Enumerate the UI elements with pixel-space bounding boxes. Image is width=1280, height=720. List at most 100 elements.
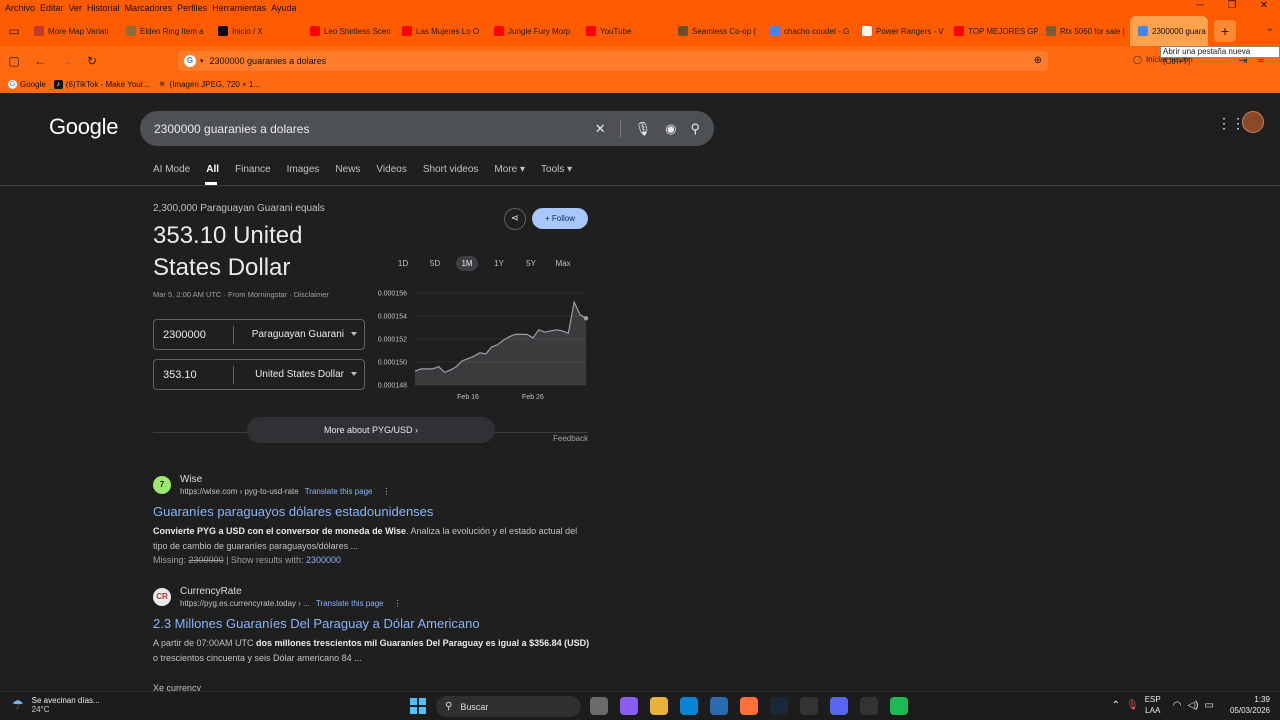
feedback-link[interactable]: Feedback xyxy=(553,434,588,443)
sidebar-icon[interactable]: ▢ xyxy=(2,54,26,68)
reload-icon[interactable]: ↻ xyxy=(80,54,104,68)
follow-button[interactable]: + Follow xyxy=(532,208,588,229)
menu-herramientas[interactable]: Herramientas xyxy=(212,3,266,13)
range-max[interactable]: Max xyxy=(547,256,579,271)
menu-ver[interactable]: Ver xyxy=(69,3,83,13)
taskbar-app-icon[interactable] xyxy=(860,697,878,715)
taskbar-app-icon[interactable] xyxy=(890,697,908,715)
show-results-link[interactable]: 2300000 xyxy=(306,555,341,565)
to-currency-select[interactable]: United States Dollar xyxy=(234,369,364,380)
more-about-button[interactable]: More about PYG/USD › xyxy=(247,417,495,443)
windows-start-icon[interactable] xyxy=(410,698,426,714)
result-title[interactable]: Guaraníes paraguayos dólares estadounide… xyxy=(153,504,593,519)
range-1y[interactable]: 1Y xyxy=(483,256,515,271)
weather-widget[interactable]: ☂ Se avecinan días... 24°C xyxy=(12,696,100,714)
browser-tab[interactable]: TOP MEJORES GP xyxy=(946,16,1038,46)
close-window-icon[interactable]: ✕ xyxy=(1248,0,1280,11)
tab-overflow-chevron-icon[interactable]: ⌄ xyxy=(1266,23,1274,34)
tab-short-videos[interactable]: Short videos xyxy=(423,164,479,175)
wifi-icon[interactable]: ◠ xyxy=(1173,700,1182,711)
taskbar-app-icon[interactable] xyxy=(650,697,668,715)
browser-tab[interactable]: Elden Ring Item a xyxy=(118,16,210,46)
search-input[interactable]: 2300000 guaranies a dolares xyxy=(154,122,595,136)
google-logo[interactable]: Google xyxy=(49,114,118,140)
address-text[interactable]: 2300000 guaranies a dolares xyxy=(210,56,327,66)
lens-camera-icon[interactable]: ◉ xyxy=(665,121,676,137)
menu-editar[interactable]: Editar xyxy=(40,3,64,13)
browser-tab[interactable]: chacho coudet - G xyxy=(762,16,854,46)
more-options-icon[interactable]: ⋮ xyxy=(382,487,390,496)
browser-tab[interactable]: More Map Variati xyxy=(26,16,118,46)
search-icon[interactable]: ⚲ xyxy=(690,121,700,137)
speaker-icon[interactable]: ◁) xyxy=(1187,700,1198,711)
bookmark-image[interactable]: ⊕ (Imagen JPEG, 720 × 1... xyxy=(158,80,260,89)
restore-icon[interactable]: ❐ xyxy=(1216,0,1248,11)
translate-link[interactable]: Translate this page xyxy=(305,487,373,496)
forward-icon[interactable]: → xyxy=(54,54,78,68)
menu-historial[interactable]: Historial xyxy=(87,3,120,13)
browser-tab[interactable]: YouTube xyxy=(578,16,670,46)
taskbar-search[interactable]: ⚲ Buscar xyxy=(436,696,581,717)
browser-tab[interactable]: Rtx 5060 for sale | xyxy=(1038,16,1130,46)
share-button[interactable]: ⋖ xyxy=(504,208,526,230)
bookmark-google[interactable]: G Google xyxy=(8,80,46,89)
to-currency-field[interactable]: 353.10 United States Dollar xyxy=(153,359,365,390)
avatar[interactable] xyxy=(1242,111,1264,133)
exchange-rate-chart[interactable]: 0.000156 0.000154 0.000152 0.000150 0.000148… xyxy=(370,285,590,405)
translate-link[interactable]: Translate this page xyxy=(316,599,384,608)
partial-result-site[interactable]: Xe currency xyxy=(153,683,201,691)
tab-images[interactable]: Images xyxy=(287,164,320,175)
result-source[interactable]: 7 Wise https://wise.com › pyg-to-usd-rat… xyxy=(153,474,593,496)
search-box[interactable]: 2300000 guaranies a dolares ✕ 🎙︎ ◉ ⚲ xyxy=(140,111,714,146)
browser-tab[interactable]: Las Mujeres Lo O xyxy=(394,16,486,46)
taskbar-app-icon[interactable] xyxy=(740,697,758,715)
browser-tab[interactable]: Jungle Fury Morp xyxy=(486,16,578,46)
microphone-muted-icon[interactable]: 🎙︎ xyxy=(1126,700,1139,711)
clock[interactable]: 1:39 05/03/2026 xyxy=(1230,694,1270,716)
tab-finance[interactable]: Finance xyxy=(235,164,271,175)
menu-ayuda[interactable]: Ayuda xyxy=(271,3,296,13)
from-currency-field[interactable]: 2300000 Paraguayan Guarani xyxy=(153,319,365,350)
result-source[interactable]: CR CurrencyRate https://pyg.es.currencyr… xyxy=(153,586,593,608)
taskbar-app-icon[interactable] xyxy=(710,697,728,715)
browser-tab[interactable]: Leo Shirtless Scen xyxy=(302,16,394,46)
battery-icon[interactable]: ▭ xyxy=(1205,700,1214,711)
tab-videos[interactable]: Videos xyxy=(376,164,406,175)
range-5d[interactable]: 5D xyxy=(419,256,451,271)
tab-more[interactable]: More ▾ xyxy=(494,164,525,175)
tab-all[interactable]: All xyxy=(206,164,219,175)
tab-ai-mode[interactable]: AI Mode xyxy=(153,164,190,175)
chevron-down-icon[interactable]: ▾ xyxy=(200,57,204,65)
taskbar-app-icon[interactable] xyxy=(830,697,848,715)
from-amount-input[interactable]: 2300000 xyxy=(154,325,234,344)
taskbar-app-icon[interactable] xyxy=(680,697,698,715)
back-icon[interactable]: ← xyxy=(28,54,52,68)
taskbar-app-icon[interactable] xyxy=(800,697,818,715)
taskbar-app-icon[interactable] xyxy=(770,697,788,715)
taskbar-app-icon[interactable] xyxy=(620,697,638,715)
bookmark-tiktok[interactable]: ♪ (6)TikTok - Make Your... xyxy=(53,80,150,89)
globe-icon[interactable]: ⊕ xyxy=(1034,55,1042,66)
browser-tab[interactable]: Power Rangers - V xyxy=(854,16,946,46)
clear-icon[interactable]: ✕ xyxy=(595,121,606,137)
browser-tab[interactable]: Inicio / X xyxy=(210,16,302,46)
language-indicator[interactable]: ESP LAA xyxy=(1145,694,1161,716)
menu-marcadores[interactable]: Marcadores xyxy=(125,3,173,13)
more-options-icon[interactable]: ⋮ xyxy=(394,599,402,608)
tab-news[interactable]: News xyxy=(335,164,360,175)
result-title[interactable]: 2.3 Millones Guaraníes Del Paraguay a Dó… xyxy=(153,616,593,631)
to-amount-input[interactable]: 353.10 xyxy=(154,365,234,384)
range-1d[interactable]: 1D xyxy=(387,256,419,271)
address-bar[interactable]: G ▾ 2300000 guaranies a dolares ⊕ xyxy=(178,51,1048,71)
tab-tools[interactable]: Tools ▾ xyxy=(541,164,572,175)
tab-active[interactable]: 2300000 guara✕ xyxy=(1130,16,1208,46)
range-1m[interactable]: 1M xyxy=(456,256,478,271)
menu-archivo[interactable]: Archivo xyxy=(5,3,35,13)
chevron-up-icon[interactable]: ⌃ xyxy=(1112,700,1120,711)
new-tab-button[interactable]: + xyxy=(1214,20,1236,42)
microphone-icon[interactable]: 🎙︎ xyxy=(635,121,652,137)
browser-tab[interactable]: Seamless Co-op ( xyxy=(670,16,762,46)
menu-perfiles[interactable]: Perfiles xyxy=(177,3,207,13)
tab-list-icon[interactable]: ▭ xyxy=(2,24,26,38)
taskbar-app-icon[interactable] xyxy=(590,697,608,715)
